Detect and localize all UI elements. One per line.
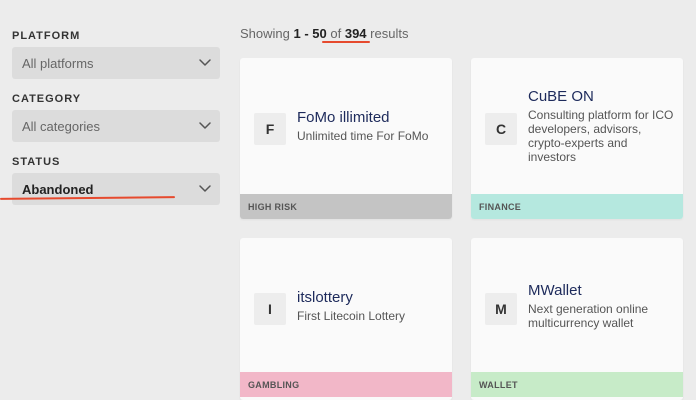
total-annotation-underline bbox=[322, 41, 370, 43]
results-suffix: results bbox=[370, 26, 409, 41]
project-directory-page: PLATFORM All platforms CATEGORY All cate… bbox=[0, 0, 696, 400]
project-description: Unlimited time For FoMo bbox=[297, 129, 429, 143]
platform-select-value: All platforms bbox=[22, 56, 94, 71]
project-logo: F bbox=[254, 113, 286, 145]
status-filter-label: STATUS bbox=[12, 156, 61, 168]
project-logo: M bbox=[485, 293, 517, 325]
filter-sidebar: PLATFORM All platforms CATEGORY All cate… bbox=[0, 0, 230, 400]
platform-select[interactable]: All platforms bbox=[12, 47, 220, 79]
category-tag[interactable]: HIGH RISK bbox=[240, 194, 452, 219]
category-tag[interactable]: WALLET bbox=[471, 372, 683, 397]
chevron-down-icon bbox=[199, 185, 211, 192]
results-summary: Showing 1 - 50 of 394 results bbox=[240, 26, 408, 41]
platform-filter-label: PLATFORM bbox=[12, 30, 81, 42]
project-description: First Litecoin Lottery bbox=[297, 309, 406, 323]
category-filter-label: CATEGORY bbox=[12, 93, 82, 105]
project-card[interactable]: C CuBE ON Consulting platform for ICO de… bbox=[471, 58, 683, 219]
project-card[interactable]: F FoMo illimited Unlimited time For FoMo… bbox=[240, 58, 452, 219]
project-card[interactable]: M MWallet Next generation online multicu… bbox=[471, 238, 683, 400]
project-logo: I bbox=[254, 293, 286, 325]
project-title[interactable]: FoMo illimited bbox=[297, 109, 444, 126]
chevron-down-icon bbox=[199, 59, 211, 66]
status-select[interactable]: Abandoned bbox=[12, 173, 220, 205]
project-title[interactable]: itslottery bbox=[297, 289, 444, 306]
status-select-value: Abandoned bbox=[22, 182, 94, 197]
results-total: 394 bbox=[344, 26, 367, 41]
project-description: Next generation online multicurrency wal… bbox=[528, 302, 649, 330]
results-prefix: Showing bbox=[240, 26, 290, 41]
project-title[interactable]: CuBE ON bbox=[528, 88, 675, 105]
category-select[interactable]: All categories bbox=[12, 110, 220, 142]
results-range: 1 - 50 bbox=[293, 26, 327, 41]
category-tag[interactable]: FINANCE bbox=[471, 194, 683, 219]
project-logo: C bbox=[485, 113, 517, 145]
project-title[interactable]: MWallet bbox=[528, 282, 675, 299]
results-of: of bbox=[330, 26, 342, 41]
chevron-down-icon bbox=[199, 122, 211, 129]
project-card[interactable]: I itslottery First Litecoin Lottery GAMB… bbox=[240, 238, 452, 400]
category-tag[interactable]: GAMBLING bbox=[240, 372, 452, 397]
category-select-value: All categories bbox=[22, 119, 101, 134]
project-description: Consulting platform for ICO developers, … bbox=[528, 108, 674, 164]
